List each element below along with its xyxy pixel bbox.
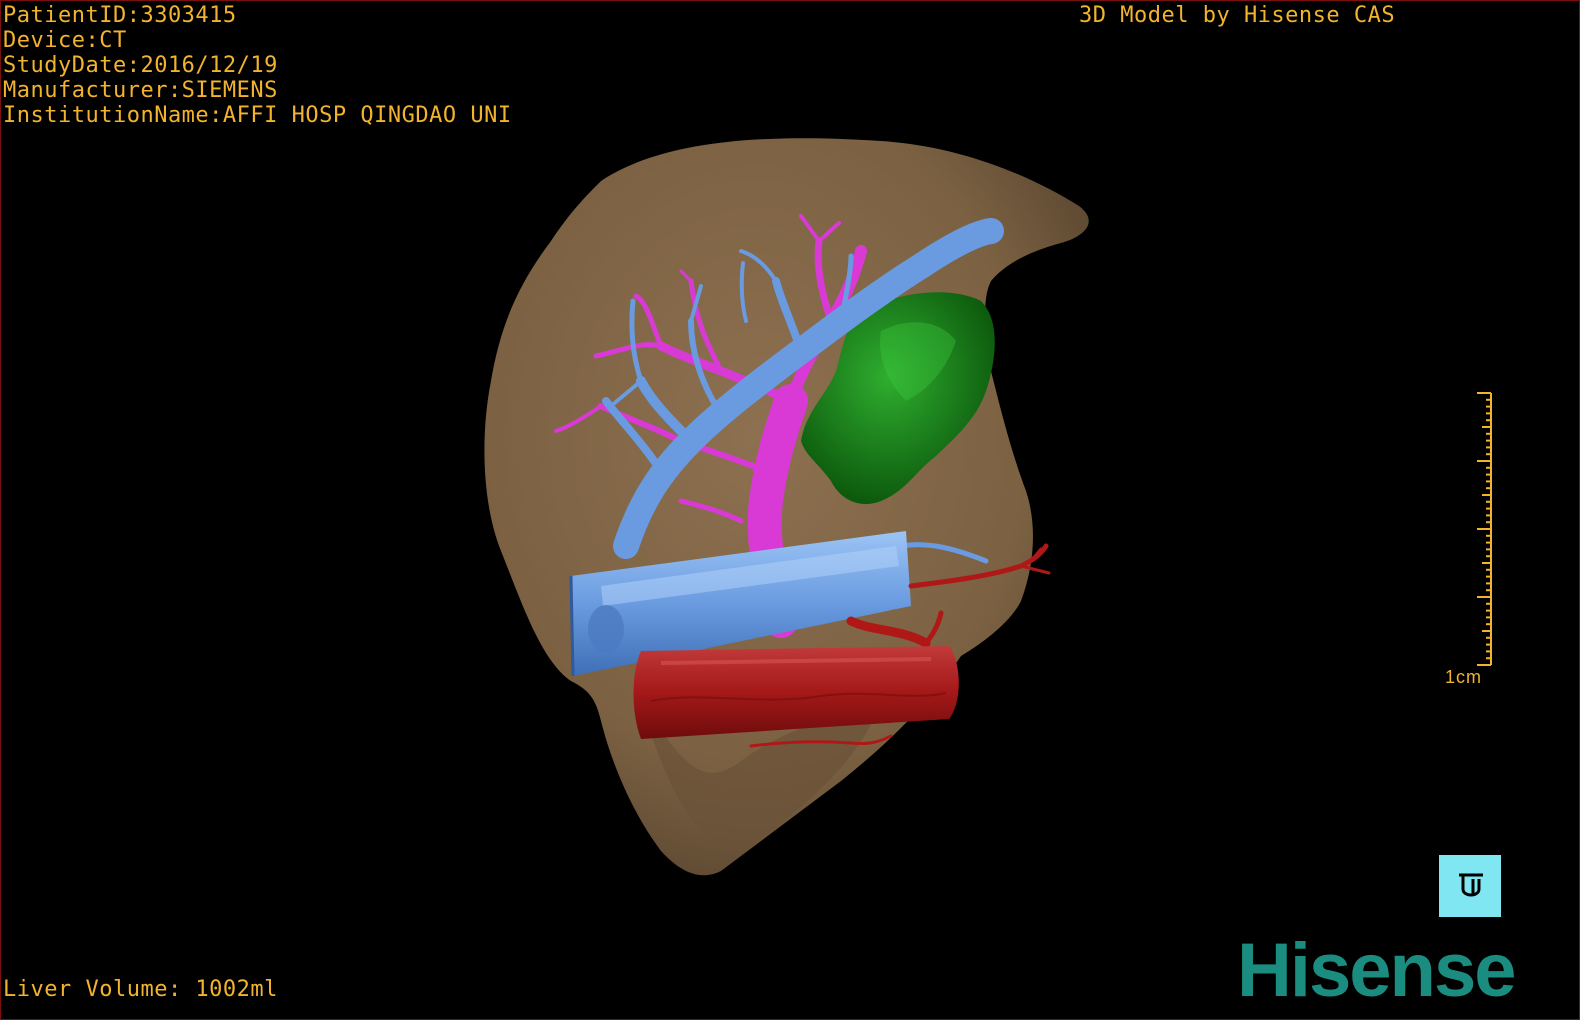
scale-label: 1cm: [1445, 667, 1483, 687]
orientation-cube-icon[interactable]: [1439, 855, 1501, 917]
liver-3d-model[interactable]: [1, 1, 1579, 1019]
institution-label: InstitutionName:AFFI HOSP QINGDAO UNI: [3, 103, 512, 128]
inferior-vena-cava: [633, 646, 959, 739]
device-label: Device:CT: [3, 28, 127, 53]
liver-volume-label: Liver Volume: 1002ml: [3, 977, 278, 1002]
scale-ruler: [1477, 392, 1492, 666]
manufacturer-label: Manufacturer:SIEMENS: [3, 78, 278, 103]
patient-id-label: PatientID:3303415: [3, 3, 237, 28]
study-date-label: StudyDate:2016/12/19: [3, 53, 278, 78]
model-credit-label: 3D Model by Hisense CAS: [1079, 3, 1396, 28]
3d-viewport[interactable]: PatientID:3303415 Device:CT StudyDate:20…: [0, 0, 1580, 1020]
hisense-logo: Hisense: [1237, 928, 1516, 1013]
patient-info-overlay: PatientID:3303415 Device:CT StudyDate:20…: [3, 3, 512, 128]
